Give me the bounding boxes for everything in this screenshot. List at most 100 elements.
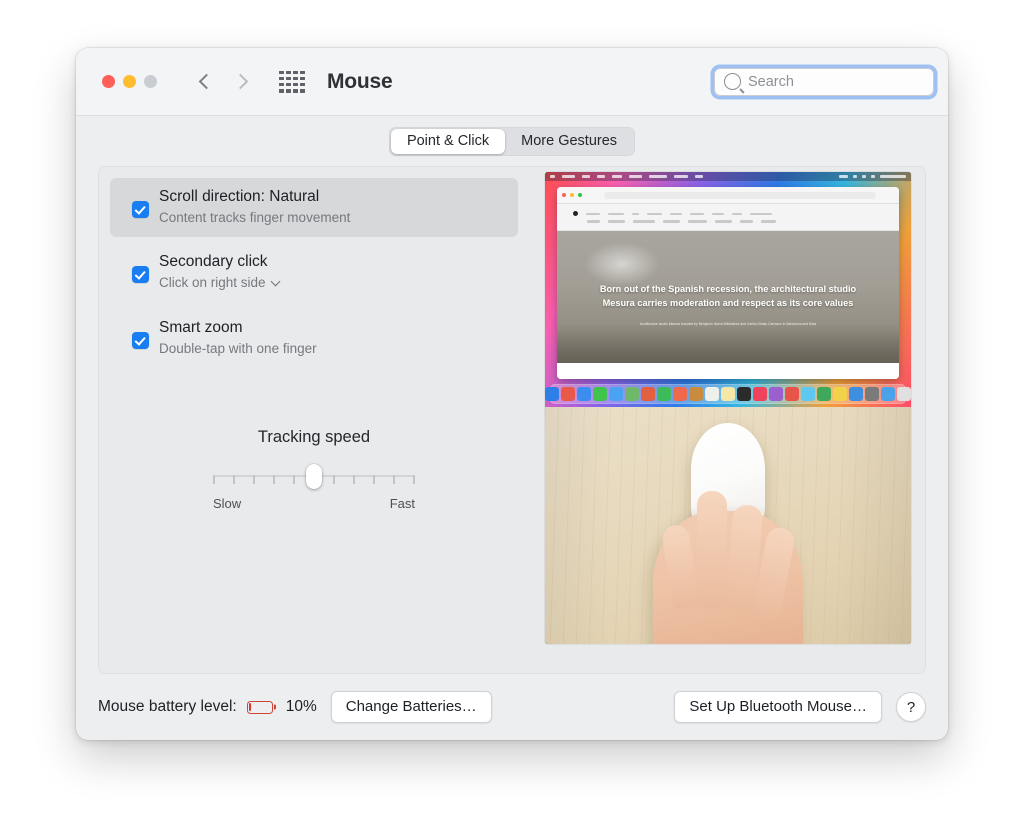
menu-bar-status-items <box>839 175 906 178</box>
battery-fill <box>249 702 252 712</box>
option-subtitle-text: Double-tap with one finger <box>159 340 317 356</box>
slider-tick <box>233 475 235 484</box>
set-up-bluetooth-mouse-button[interactable]: Set Up Bluetooth Mouse… <box>674 691 882 723</box>
nav-item <box>587 220 600 223</box>
grid-cell <box>293 88 298 93</box>
minimize-window-button <box>570 193 574 197</box>
menu-item <box>629 175 642 178</box>
slider-tick <box>253 475 255 484</box>
dock-app-icon <box>737 387 751 401</box>
nav-item <box>740 220 753 223</box>
nav-item <box>761 220 776 223</box>
bottom-toolbar: Mouse battery level: 10% Change Batterie… <box>76 674 948 740</box>
dock-app-icon <box>833 387 847 401</box>
apple-menu-icon <box>550 175 555 178</box>
option-scroll-direction[interactable]: Scroll direction: Natural Content tracks… <box>110 178 518 238</box>
grid-cell <box>279 76 284 81</box>
dock-app-icon <box>689 387 703 401</box>
back-chevron-icon[interactable] <box>199 72 212 92</box>
option-subtitle-text: Click on right side <box>159 275 266 291</box>
spotlight-status-icon <box>862 175 866 178</box>
minimize-window-button[interactable] <box>123 75 136 88</box>
close-window-button <box>562 193 566 197</box>
nav-item <box>750 212 772 215</box>
traffic-light-group <box>102 75 157 88</box>
finger <box>697 491 727 609</box>
slider-tick <box>273 475 275 484</box>
chevron-down-icon[interactable] <box>272 278 280 286</box>
grid-cell <box>286 76 291 81</box>
nav-item <box>688 220 707 223</box>
search-icon <box>724 73 741 90</box>
tracking-speed-block: Tracking speed Slow Fast <box>98 428 530 511</box>
option-text-group: Scroll direction: Natural Content tracks… <box>159 187 350 227</box>
slider-thumb[interactable] <box>306 464 322 489</box>
option-subtitle-text: Content tracks finger movement <box>159 209 351 225</box>
hero-section: Born out of the Spanish recession, the a… <box>557 231 899 363</box>
slider-tick <box>373 475 375 484</box>
menu-item <box>597 175 605 178</box>
nav-item <box>633 220 655 223</box>
dock-app-icon <box>785 387 799 401</box>
slider-tick <box>393 475 395 484</box>
option-smart-zoom[interactable]: Smart zoom Double-tap with one finger <box>110 309 518 368</box>
preview-media: Born out of the Spanish recession, the a… <box>545 172 911 644</box>
grid-cell <box>300 88 305 93</box>
finger <box>660 523 701 611</box>
clock-status-item <box>880 175 906 178</box>
dock-app-icon <box>801 387 815 401</box>
nav-item <box>608 220 625 223</box>
hero-headline: Born out of the Spanish recession, the a… <box>599 284 857 308</box>
grid-icon[interactable] <box>279 70 305 93</box>
dock-app-icon <box>849 387 863 401</box>
checkbox-secondary-click[interactable] <box>132 266 149 284</box>
menu-item <box>674 175 688 178</box>
tab-point-and-click[interactable]: Point & Click <box>390 128 506 154</box>
dock-app-icon <box>625 387 639 401</box>
segmented-control: Point & Click More Gestures <box>388 126 636 156</box>
checkbox-scroll-direction[interactable] <box>132 201 149 218</box>
forward-chevron-icon[interactable] <box>234 72 247 92</box>
option-subtitle[interactable]: Click on right side <box>159 273 280 293</box>
grid-cell <box>286 82 291 87</box>
tracking-speed-slider[interactable] <box>213 464 415 489</box>
dock-app-icon <box>609 387 623 401</box>
slider-tick <box>413 475 415 484</box>
search-input[interactable]: Search <box>714 67 934 96</box>
battery-icon <box>246 700 273 714</box>
page-root: Mouse Search Point & Click More Gestures <box>0 0 1024 836</box>
nav-item <box>586 212 600 215</box>
search-placeholder: Search <box>748 73 794 90</box>
nav-item <box>690 212 704 215</box>
tab-more-gestures[interactable]: More Gestures <box>505 129 633 154</box>
preview-column: Born out of the Spanish recession, the a… <box>530 166 926 674</box>
option-secondary-click[interactable]: Secondary click Click on right side <box>110 243 518 302</box>
help-button[interactable]: ? <box>896 692 926 722</box>
grid-cell <box>286 70 291 75</box>
dock-app-icon <box>897 387 911 401</box>
option-subtitle: Content tracks finger movement <box>159 208 350 228</box>
dock-app-icon <box>641 387 655 401</box>
grid-cell <box>279 70 284 75</box>
navigation-buttons <box>199 72 247 92</box>
dock-app-icon <box>673 387 687 401</box>
change-batteries-button[interactable]: Change Batteries… <box>330 691 492 723</box>
slider-max-label: Fast <box>389 496 415 511</box>
nav-item <box>670 212 682 215</box>
dock <box>545 384 911 404</box>
zoom-window-button[interactable] <box>144 75 157 88</box>
mouse-photo <box>545 407 911 644</box>
battery-percent: 10% <box>285 698 317 715</box>
dock-app-icon <box>577 387 591 401</box>
safari-toolbar <box>557 187 899 204</box>
menu-item <box>695 175 703 178</box>
hero-subtext: Architecture studio Mesura founded by Be… <box>639 321 817 326</box>
window-titlebar: Mouse Search <box>76 48 948 116</box>
dock-app-icon <box>705 387 719 401</box>
desktop-screen-preview: Born out of the Spanish recession, the a… <box>545 172 911 407</box>
checkbox-smart-zoom[interactable] <box>132 331 149 349</box>
nav-item <box>663 220 680 223</box>
site-navigation <box>557 204 899 231</box>
close-window-button[interactable] <box>102 75 115 88</box>
system-preferences-window: Mouse Search Point & Click More Gestures <box>76 48 948 740</box>
